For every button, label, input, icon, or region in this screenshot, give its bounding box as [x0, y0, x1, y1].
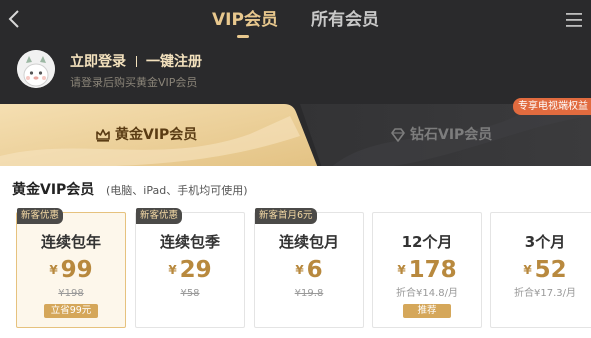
login-row: 立即登录 一键注册 — [70, 52, 202, 72]
section-title: 黄金VIP会员 — [12, 182, 95, 198]
plan-original-price: ¥19.8 — [294, 288, 324, 299]
plan-card-3-months[interactable]: 3个月 ¥52 折合¥17.3/月 — [490, 212, 591, 328]
plan-price: ¥178 — [397, 257, 457, 283]
plan-badge: 新客首月6元 — [255, 208, 317, 224]
plan-price: ¥29 — [168, 257, 212, 283]
tier-gold-label[interactable]: 黄金VIP会员 — [95, 125, 197, 145]
plan-card-monthly-auto[interactable]: 新客首月6元 连续包月 ¥6 ¥19.8 — [254, 208, 364, 328]
plan-monthly-equivalent: 折合¥17.3/月 — [514, 288, 576, 299]
plan-price: ¥52 — [523, 257, 567, 283]
login-hint: 请登录后购买黄金VIP会员 — [70, 76, 198, 89]
tab-all-members[interactable]: 所有会员 — [311, 9, 379, 31]
plan-card-12-months[interactable]: 12个月 ¥178 折合¥14.8/月 推荐 — [372, 212, 482, 328]
plan-recommend-tag: 推荐 — [403, 304, 451, 318]
plan-card-annual-auto[interactable]: 新客优惠 连续包年 ¥99 ¥198 立省99元 — [16, 208, 126, 328]
plan-original-price: ¥198 — [58, 288, 84, 299]
plan-name: 12个月 — [401, 233, 453, 251]
plan-badge: 新客优惠 — [17, 208, 64, 224]
header: VIP会员 所有会员 立即登录 一键注册 请登录后购买黄金VIP会员 黄金VIP… — [0, 0, 591, 166]
plan-name: 连续包季 — [159, 233, 220, 251]
avatar[interactable] — [17, 50, 55, 88]
plan-name: 3个月 — [524, 233, 566, 251]
plan-name: 连续包年 — [40, 233, 101, 251]
tab-vip[interactable]: VIP会员 — [212, 9, 278, 31]
login-link[interactable]: 立即登录 — [70, 54, 126, 70]
top-nav: VIP会员 所有会员 — [0, 0, 591, 40]
plan-badge: 新客优惠 — [136, 208, 183, 224]
hamburger-menu-icon[interactable] — [565, 12, 583, 28]
register-link[interactable]: 一键注册 — [146, 54, 202, 70]
plan-price: ¥99 — [49, 257, 93, 283]
tab-active-indicator — [237, 35, 249, 38]
plan-savings-tag: 立省99元 — [44, 304, 98, 318]
tier-tabs — [0, 104, 591, 166]
section-subtitle: (电脑、iPad、手机均可使用) — [106, 184, 248, 197]
mascot-avatar-icon — [17, 50, 55, 88]
plan-card-quarterly-auto[interactable]: 新客优惠 连续包季 ¥29 ¥58 — [135, 208, 245, 328]
tv-benefit-badge: 专享电视端权益 — [513, 98, 591, 115]
plan-price: ¥6 — [295, 257, 323, 283]
plan-monthly-equivalent: 折合¥14.8/月 — [396, 288, 458, 299]
tier-diamond-label[interactable]: 钻石VIP会员 — [390, 125, 492, 145]
plan-original-price: ¥58 — [180, 288, 200, 299]
chevron-left-icon[interactable] — [6, 8, 24, 30]
plan-name: 连续包月 — [278, 233, 339, 251]
divider — [136, 56, 137, 67]
